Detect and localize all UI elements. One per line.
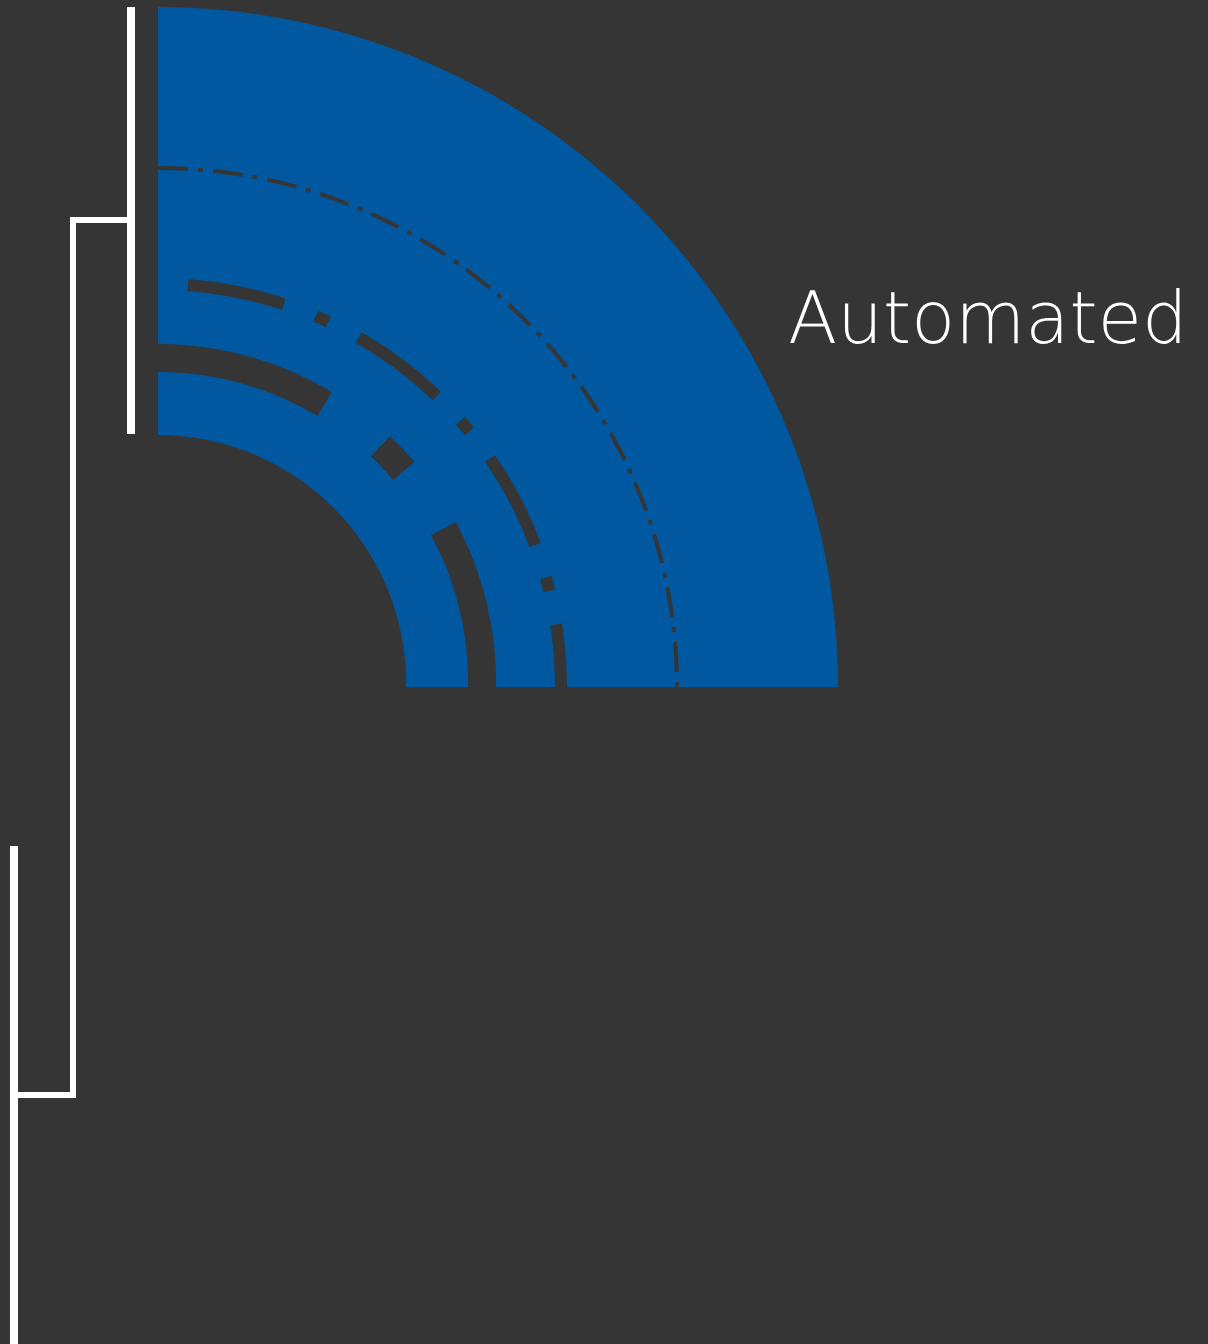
hierarchy-connectors	[10, 7, 135, 1344]
automated-arc-segment	[158, 7, 838, 687]
automated-label: Automated	[788, 276, 1188, 360]
diagram-stage: Automated	[0, 0, 1208, 1344]
diagram-canvas	[10, 7, 838, 1344]
upper-branch-connector	[18, 217, 131, 1098]
